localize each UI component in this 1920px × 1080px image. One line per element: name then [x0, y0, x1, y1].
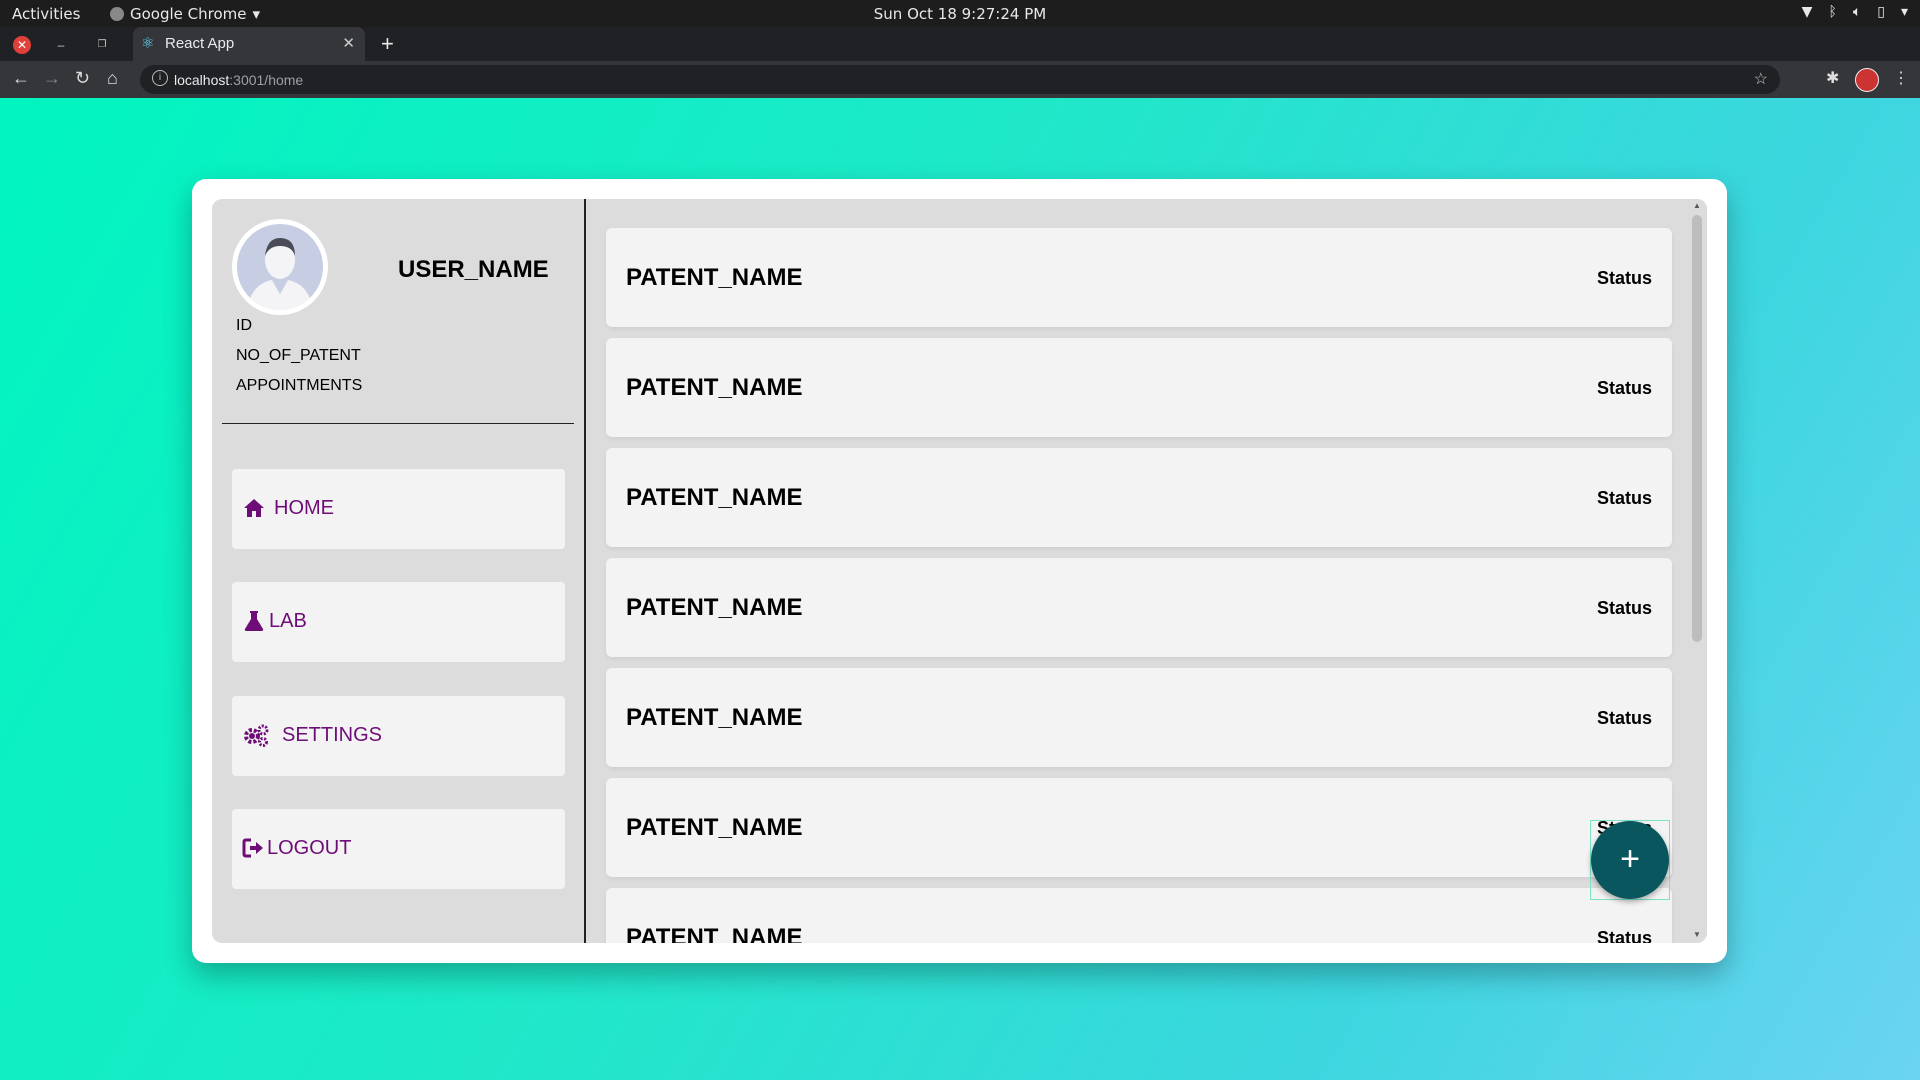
wifi-icon: ▼	[1801, 4, 1813, 20]
list-item[interactable]: PATENT_NAME Status	[606, 338, 1672, 437]
new-tab-button[interactable]: +	[381, 31, 394, 57]
clock[interactable]: Sun Oct 18 9:27:24 PM	[874, 5, 1046, 23]
user-avatar-icon	[237, 224, 323, 310]
patent-status: Status	[1596, 928, 1652, 943]
home-icon	[242, 496, 266, 520]
gears-icon	[242, 723, 270, 747]
sidebar-item-home[interactable]: HOME	[232, 469, 565, 549]
sidebar-divider	[222, 423, 574, 424]
window-close-button[interactable]: ✕	[13, 36, 31, 54]
patent-status: Status	[1596, 378, 1652, 398]
user-id: ID	[236, 317, 252, 334]
patent-name: PATENT_NAME	[626, 924, 803, 943]
list-item[interactable]: PATENT_NAME Status	[606, 888, 1672, 943]
patent-status: Status	[1596, 708, 1652, 728]
patent-status: Status	[1596, 488, 1652, 508]
user-name: USER_NAME	[398, 256, 549, 283]
sidebar-item-label: SETTINGS	[282, 724, 383, 746]
patent-name: PATENT_NAME	[626, 374, 803, 401]
list-item[interactable]: PATENT_NAME Status	[606, 668, 1672, 767]
dashboard-panel: USER_NAME ID NO_OF_PATENT APPOINTMENTS H…	[212, 199, 1707, 943]
patent-count: NO_OF_PATENT	[236, 347, 361, 364]
patent-name: PATENT_NAME	[626, 264, 803, 291]
sidebar-item-lab[interactable]: LAB	[232, 582, 565, 662]
react-icon: ⚛	[141, 35, 155, 52]
site-info-icon[interactable]: i	[152, 70, 168, 86]
system-tray[interactable]: ▼ ᛒ 🔈︎ ▯ ▾	[1802, 4, 1908, 20]
activities-button[interactable]: Activities	[12, 5, 80, 23]
list-scrollbar[interactable]: ▲ ▼	[1687, 199, 1707, 943]
sidebar-item-settings[interactable]: SETTINGS	[232, 696, 565, 776]
url-host: localhost	[174, 72, 230, 88]
os-top-bar: Activities Google Chrome ▾ Sun Oct 18 9:…	[0, 0, 1920, 27]
chevron-down-icon: ▾	[252, 5, 261, 23]
url-path: :3001/home	[229, 72, 304, 88]
forward-icon[interactable]: →	[43, 68, 61, 89]
address-bar[interactable]: i localhost:3001/home ☆	[140, 65, 1780, 94]
patent-list: PATENT_NAME Status PATENT_NAME Status PA…	[586, 199, 1707, 943]
back-icon[interactable]: ←	[12, 68, 30, 89]
extensions-icon[interactable]: ✱	[1826, 68, 1839, 88]
url-text: localhost:3001/home	[174, 72, 303, 88]
window-minimize-button[interactable]: –	[52, 36, 70, 54]
dashboard-card: USER_NAME ID NO_OF_PATENT APPOINTMENTS H…	[192, 179, 1727, 963]
list-item[interactable]: PATENT_NAME Status	[606, 558, 1672, 657]
patent-status: Status	[1596, 268, 1652, 288]
reload-icon[interactable]: ↻	[75, 68, 90, 89]
browser-toolbar: ← → ↻ ⌂ i localhost:3001/home ☆ ✱ ⋮	[0, 61, 1920, 98]
sign-out-icon	[242, 836, 266, 860]
patent-name: PATENT_NAME	[626, 594, 803, 621]
window-maximize-button[interactable]: ❐	[93, 36, 111, 54]
sidebar-item-label: LAB	[269, 610, 307, 632]
sidebar-item-logout[interactable]: LOGOUT	[232, 809, 565, 889]
list-item[interactable]: PATENT_NAME Status	[606, 228, 1672, 327]
patent-name: PATENT_NAME	[626, 484, 803, 511]
home-icon[interactable]: ⌂	[107, 68, 118, 89]
chevron-down-icon: ▾	[1900, 4, 1908, 20]
appointments: APPOINTMENTS	[236, 377, 363, 394]
battery-icon: ▯	[1877, 4, 1885, 20]
sidebar-item-label: HOME	[274, 497, 334, 519]
chrome-icon	[110, 7, 124, 21]
list-item[interactable]: PATENT_NAME Status	[606, 448, 1672, 547]
page-background: USER_NAME ID NO_OF_PATENT APPOINTMENTS H…	[0, 98, 1920, 1080]
sidebar-item-label: LOGOUT	[267, 837, 352, 859]
tab-close-icon[interactable]: ✕	[342, 34, 355, 52]
volume-icon: 🔈︎	[1852, 4, 1862, 20]
profile-avatar-icon[interactable]	[1855, 68, 1879, 92]
app-menu[interactable]: Google Chrome ▾	[110, 5, 260, 23]
patent-name: PATENT_NAME	[626, 814, 803, 841]
scrollbar-thumb[interactable]	[1692, 215, 1702, 642]
add-patent-button[interactable]: +	[1591, 821, 1669, 899]
bluetooth-icon: ᛒ	[1828, 4, 1837, 20]
patent-name: PATENT_NAME	[626, 704, 803, 731]
bookmark-star-icon[interactable]: ☆	[1754, 69, 1768, 89]
scroll-up-icon[interactable]: ▲	[1693, 201, 1701, 210]
avatar	[232, 219, 328, 315]
app-menu-label: Google Chrome	[130, 5, 247, 23]
sidebar: USER_NAME ID NO_OF_PATENT APPOINTMENTS H…	[212, 199, 586, 943]
patent-status: Status	[1596, 598, 1652, 618]
tab-title: React App	[165, 35, 235, 52]
flask-icon	[242, 609, 266, 633]
browser-tabstrip: ✕ – ❐ ⚛ React App ✕ +	[0, 27, 1920, 61]
browser-tab[interactable]: ⚛ React App ✕	[133, 27, 365, 61]
scroll-down-icon[interactable]: ▼	[1693, 930, 1701, 939]
menu-icon[interactable]: ⋮	[1893, 68, 1909, 88]
list-item[interactable]: PATENT_NAME Status	[606, 778, 1672, 877]
